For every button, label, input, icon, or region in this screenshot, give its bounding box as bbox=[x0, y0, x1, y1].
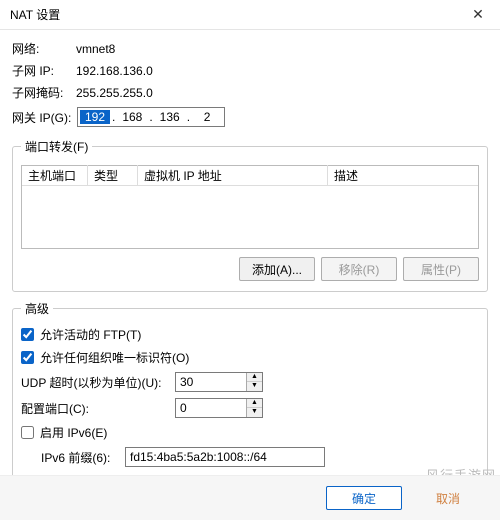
enable-ipv6-checkbox[interactable] bbox=[21, 426, 34, 439]
network-value: vmnet8 bbox=[76, 40, 115, 58]
port-forward-legend: 端口转发(F) bbox=[21, 138, 92, 155]
port-forward-rows[interactable] bbox=[22, 186, 478, 248]
spin-up-icon[interactable]: ▲ bbox=[247, 373, 262, 382]
gateway-seg3[interactable]: 136 bbox=[155, 110, 185, 124]
ip-dot: . bbox=[185, 110, 192, 124]
enable-ipv6-row[interactable]: 启用 IPv6(E) bbox=[21, 424, 107, 441]
subnet-mask-value: 255.255.255.0 bbox=[76, 84, 153, 102]
advanced-group: 高级 允许活动的 FTP(T) 允许任何组织唯一标识符(O) UDP 超时(以秒… bbox=[12, 300, 488, 481]
config-port-input[interactable] bbox=[176, 401, 246, 415]
config-port-field[interactable]: ▲ ▼ bbox=[175, 398, 263, 418]
spin-down-icon[interactable]: ▼ bbox=[247, 408, 262, 417]
cancel-button[interactable]: 取消 bbox=[410, 486, 486, 510]
dialog-title: NAT 设置 bbox=[10, 6, 60, 23]
allow-active-ftp-row[interactable]: 允许活动的 FTP(T) bbox=[21, 326, 141, 343]
allow-active-ftp-checkbox[interactable] bbox=[21, 328, 34, 341]
allow-org-oui-checkbox[interactable] bbox=[21, 351, 34, 364]
ip-dot: . bbox=[110, 110, 117, 124]
ok-button[interactable]: 确定 bbox=[326, 486, 402, 510]
properties-button: 属性(P) bbox=[403, 257, 479, 281]
gateway-seg2[interactable]: 168 bbox=[117, 110, 147, 124]
col-host-port[interactable]: 主机端口 bbox=[22, 165, 88, 186]
col-type[interactable]: 类型 bbox=[88, 165, 138, 186]
subnet-ip-label: 子网 IP: bbox=[12, 62, 76, 80]
gateway-seg4[interactable]: 2 bbox=[192, 110, 222, 124]
spin-up-icon[interactable]: ▲ bbox=[247, 399, 262, 408]
gateway-seg1[interactable]: 192 bbox=[80, 110, 110, 124]
gateway-label: 网关 IP(G): bbox=[12, 109, 77, 126]
allow-org-oui-label: 允许任何组织唯一标识符(O) bbox=[40, 349, 189, 366]
port-forward-table[interactable]: 主机端口 类型 虚拟机 IP 地址 描述 bbox=[21, 165, 479, 249]
ip-dot: . bbox=[147, 110, 154, 124]
network-label: 网络: bbox=[12, 40, 76, 58]
allow-org-oui-row[interactable]: 允许任何组织唯一标识符(O) bbox=[21, 349, 189, 366]
add-button[interactable]: 添加(A)... bbox=[239, 257, 315, 281]
spin-down-icon[interactable]: ▼ bbox=[247, 382, 262, 391]
udp-timeout-label: UDP 超时(以秒为单位)(U): bbox=[21, 374, 171, 391]
enable-ipv6-label: 启用 IPv6(E) bbox=[40, 424, 107, 441]
udp-timeout-input[interactable] bbox=[176, 375, 246, 389]
allow-active-ftp-label: 允许活动的 FTP(T) bbox=[40, 326, 141, 343]
remove-button: 移除(R) bbox=[321, 257, 397, 281]
udp-timeout-field[interactable]: ▲ ▼ bbox=[175, 372, 263, 392]
col-desc[interactable]: 描述 bbox=[328, 165, 478, 186]
close-icon[interactable]: ✕ bbox=[464, 6, 492, 23]
advanced-legend: 高级 bbox=[21, 300, 53, 317]
port-forward-group: 端口转发(F) 主机端口 类型 虚拟机 IP 地址 描述 添加(A)... 移除… bbox=[12, 138, 488, 292]
col-vm-ip[interactable]: 虚拟机 IP 地址 bbox=[138, 165, 328, 186]
ipv6-prefix-input[interactable] bbox=[125, 447, 325, 467]
config-port-label: 配置端口(C): bbox=[21, 400, 171, 417]
ipv6-prefix-label: IPv6 前缀(6): bbox=[41, 449, 121, 466]
subnet-mask-label: 子网掩码: bbox=[12, 84, 76, 102]
gateway-ip-input[interactable]: 192 . 168 . 136 . 2 bbox=[77, 107, 225, 127]
subnet-ip-value: 192.168.136.0 bbox=[76, 62, 153, 80]
